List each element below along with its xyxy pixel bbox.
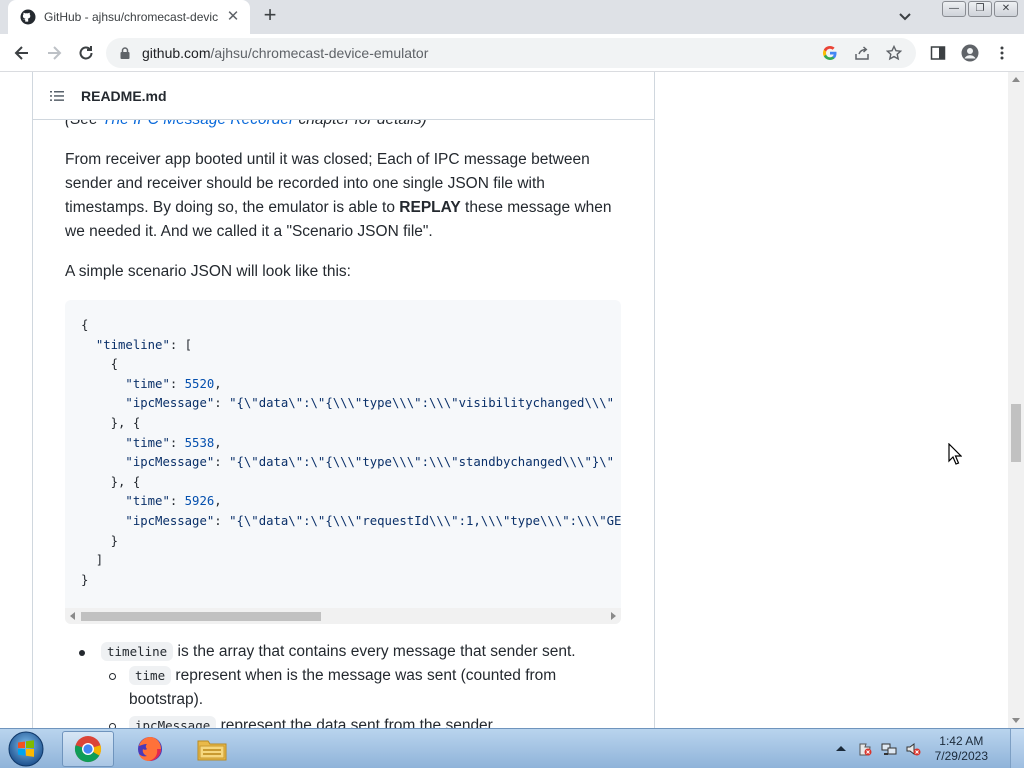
system-tray: 1:42 AM 7/29/2023 <box>833 729 988 768</box>
list-item: ipcMessage represent the data sent from … <box>65 714 625 728</box>
url-path: /ajhsu/chromecast-device-emulator <box>210 45 429 61</box>
maximize-button[interactable]: ❐ <box>968 1 992 17</box>
code-key: "time" <box>125 376 170 391</box>
code-string: "{\"data\":\"{\\\"type\\\":\\\"visibilit… <box>229 396 615 411</box>
forward-arrow-icon[interactable] <box>44 43 64 63</box>
clock-date: 7/29/2023 <box>934 749 988 763</box>
readme-container: README.md (See The IPC Message Recorder … <box>32 72 655 728</box>
list-item: timeline is the array that contains ever… <box>65 640 625 664</box>
code-string: "{\"data\":\"{\\\"type\\\":\\\"standbych… <box>229 455 615 470</box>
code-key: "ipcMessage" <box>125 455 215 470</box>
clock-time: 1:42 AM <box>939 734 984 748</box>
show-desktop-button[interactable] <box>1010 729 1024 768</box>
code-line: }, { <box>81 415 141 430</box>
share-icon[interactable] <box>852 43 872 63</box>
code-block[interactable]: { "timeline": [ { "time": 5520, "ipcMess… <box>65 300 621 624</box>
code-key: "ipcMessage" <box>125 396 215 411</box>
tab-github[interactable]: GitHub - ajhsu/chromecast-devic ✕ <box>8 0 250 34</box>
tab-title: GitHub - ajhsu/chromecast-devic <box>44 10 218 24</box>
para1-bold: REPLAY <box>399 199 461 216</box>
windows-start-icon[interactable] <box>6 730 46 768</box>
bullet-ring-icon <box>109 673 116 680</box>
page-scroll-thumb[interactable] <box>1011 404 1021 462</box>
url-host: github.com <box>142 45 211 61</box>
page-viewport: README.md (See The IPC Message Recorder … <box>0 72 1008 728</box>
bookmark-star-icon[interactable] <box>884 43 904 63</box>
minimize-button[interactable]: — <box>942 1 966 17</box>
code-string: "{\"data\":\"{\\\"requestId\\\":1,\\\"ty… <box>229 513 621 528</box>
code-key: "time" <box>125 435 170 450</box>
volume-muted-icon[interactable] <box>905 741 921 757</box>
list-item-text: represent the data sent from the sender. <box>216 717 497 728</box>
list-item: time represent when is the message was s… <box>65 664 625 712</box>
readme-filename[interactable]: README.md <box>81 88 167 104</box>
bullet-icon <box>79 650 85 656</box>
tray-show-hidden-icon[interactable] <box>833 741 849 757</box>
code-line: { <box>81 357 119 372</box>
timeline-description-list: timeline is the array that contains ever… <box>65 640 625 728</box>
markdown-body: (See The IPC Message Recorder chapter fo… <box>65 108 625 300</box>
reload-icon[interactable] <box>76 43 96 63</box>
code-key: "timeline" <box>95 337 170 352</box>
tab-strip: GitHub - ajhsu/chromecast-devic ✕ + — ❐ … <box>0 0 1024 34</box>
firefox-icon <box>138 737 162 761</box>
taskbar-file-explorer[interactable] <box>186 731 238 767</box>
side-panel-icon[interactable] <box>928 43 948 63</box>
paragraph-scenario-intro: From receiver app booted until it was cl… <box>65 148 625 244</box>
code-line: } <box>81 533 119 548</box>
code-line: { <box>81 318 89 332</box>
readme-header: README.md <box>33 72 654 120</box>
code-horizontal-scrollbar[interactable] <box>65 608 621 624</box>
scroll-down-arrow-icon[interactable] <box>1011 715 1021 725</box>
scroll-left-arrow-icon[interactable] <box>68 611 78 621</box>
list-item-text: represent when is the message was sent (… <box>129 667 557 708</box>
taskbar-clock[interactable]: 1:42 AM 7/29/2023 <box>935 734 988 764</box>
mouse-pointer-icon <box>948 443 962 465</box>
list-item-text: is the array that contains every message… <box>173 643 576 660</box>
taskbar-firefox[interactable] <box>124 731 176 767</box>
code-number: 5538 <box>184 435 215 450</box>
lock-icon[interactable] <box>118 46 132 60</box>
google-translate-icon[interactable] <box>820 43 840 63</box>
page-vertical-scrollbar[interactable] <box>1008 72 1024 728</box>
code-key: "time" <box>125 494 170 509</box>
kebab-menu-icon[interactable] <box>992 43 1012 63</box>
paragraph-simple-json: A simple scenario JSON will look like th… <box>65 263 351 280</box>
new-tab-button[interactable]: + <box>260 4 280 26</box>
github-icon <box>20 9 36 25</box>
code-scroll-thumb[interactable] <box>81 612 321 621</box>
address-bar[interactable]: github.com/ajhsu/chromecast-device-emula… <box>106 38 916 68</box>
url-text[interactable]: github.com/ajhsu/chromecast-device-emula… <box>142 45 820 61</box>
scroll-up-arrow-icon[interactable] <box>1011 75 1021 85</box>
action-center-icon[interactable] <box>857 741 873 757</box>
code-punct: : [ <box>169 337 193 352</box>
code-line: }, { <box>81 474 141 489</box>
browser-toolbar: github.com/ajhsu/chromecast-device-emula… <box>0 34 1024 72</box>
code-line: } <box>81 572 89 587</box>
back-arrow-icon[interactable] <box>12 43 32 63</box>
taskbar-chrome[interactable] <box>62 731 114 767</box>
folder-icon <box>197 740 227 761</box>
tab-search-chevron-icon[interactable] <box>896 7 914 25</box>
tab-close-icon[interactable]: ✕ <box>224 9 242 25</box>
window-controls: — ❐ ✕ <box>942 1 1018 17</box>
profile-avatar-icon[interactable] <box>960 43 980 63</box>
inline-code: time <box>129 666 172 685</box>
code-content: { "timeline": [ { "time": 5520, "ipcMess… <box>81 318 621 587</box>
code-number: 5520 <box>184 376 215 391</box>
inline-code: ipcMessage <box>129 716 217 728</box>
code-line: ] <box>81 553 104 568</box>
table-of-contents-icon[interactable] <box>49 88 65 104</box>
inline-code: timeline <box>101 642 174 661</box>
code-number: 5926 <box>184 494 215 509</box>
scroll-right-arrow-icon[interactable] <box>608 611 618 621</box>
windows-taskbar: 1:42 AM 7/29/2023 <box>0 728 1024 768</box>
close-window-button[interactable]: ✕ <box>994 1 1018 17</box>
network-icon[interactable] <box>881 741 897 757</box>
code-key: "ipcMessage" <box>125 513 215 528</box>
chrome-icon <box>74 736 102 763</box>
